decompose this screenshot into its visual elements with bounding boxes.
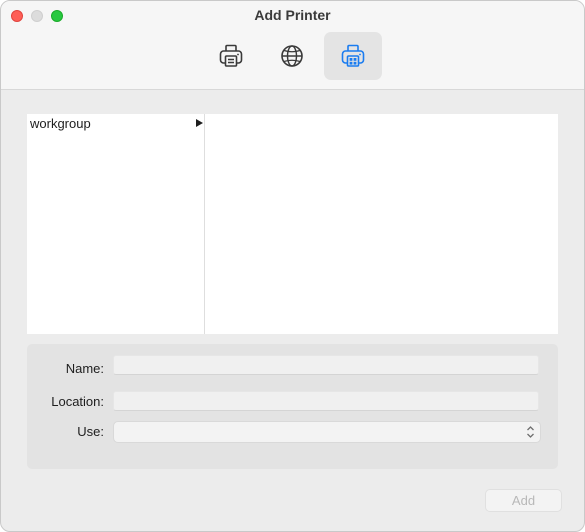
ip-globe-icon bbox=[281, 45, 303, 67]
location-label: Location: bbox=[51, 394, 104, 409]
add-button[interactable]: Add bbox=[485, 489, 562, 512]
use-popup-button[interactable] bbox=[113, 421, 541, 443]
add-printer-window: Add Printer workgroup Name: Location: Us… bbox=[0, 0, 585, 532]
toolbar-default-button[interactable] bbox=[202, 32, 260, 80]
browser-item-label: workgroup bbox=[30, 116, 91, 131]
name-label: Name: bbox=[65, 361, 104, 376]
use-label: Use: bbox=[77, 424, 104, 439]
printer-browser[interactable]: workgroup bbox=[27, 114, 558, 334]
default-printer-icon bbox=[219, 44, 243, 67]
printer-info-panel: Name: Location: Use: bbox=[27, 344, 558, 469]
browser-item-workgroup[interactable]: workgroup bbox=[27, 115, 204, 133]
title-bar: Add Printer bbox=[1, 1, 584, 90]
location-field[interactable] bbox=[113, 391, 539, 411]
toolbar-ip-button[interactable] bbox=[263, 32, 321, 80]
browser-column-2[interactable] bbox=[205, 114, 558, 334]
window-title: Add Printer bbox=[254, 7, 331, 23]
toolbar-windows-button[interactable] bbox=[324, 32, 382, 80]
name-field[interactable] bbox=[113, 355, 539, 375]
windows-printer-icon bbox=[341, 44, 365, 67]
up-down-chevron-icon bbox=[527, 426, 534, 438]
browser-column-1[interactable]: workgroup bbox=[27, 114, 205, 334]
disclosure-arrow-icon bbox=[196, 119, 203, 127]
